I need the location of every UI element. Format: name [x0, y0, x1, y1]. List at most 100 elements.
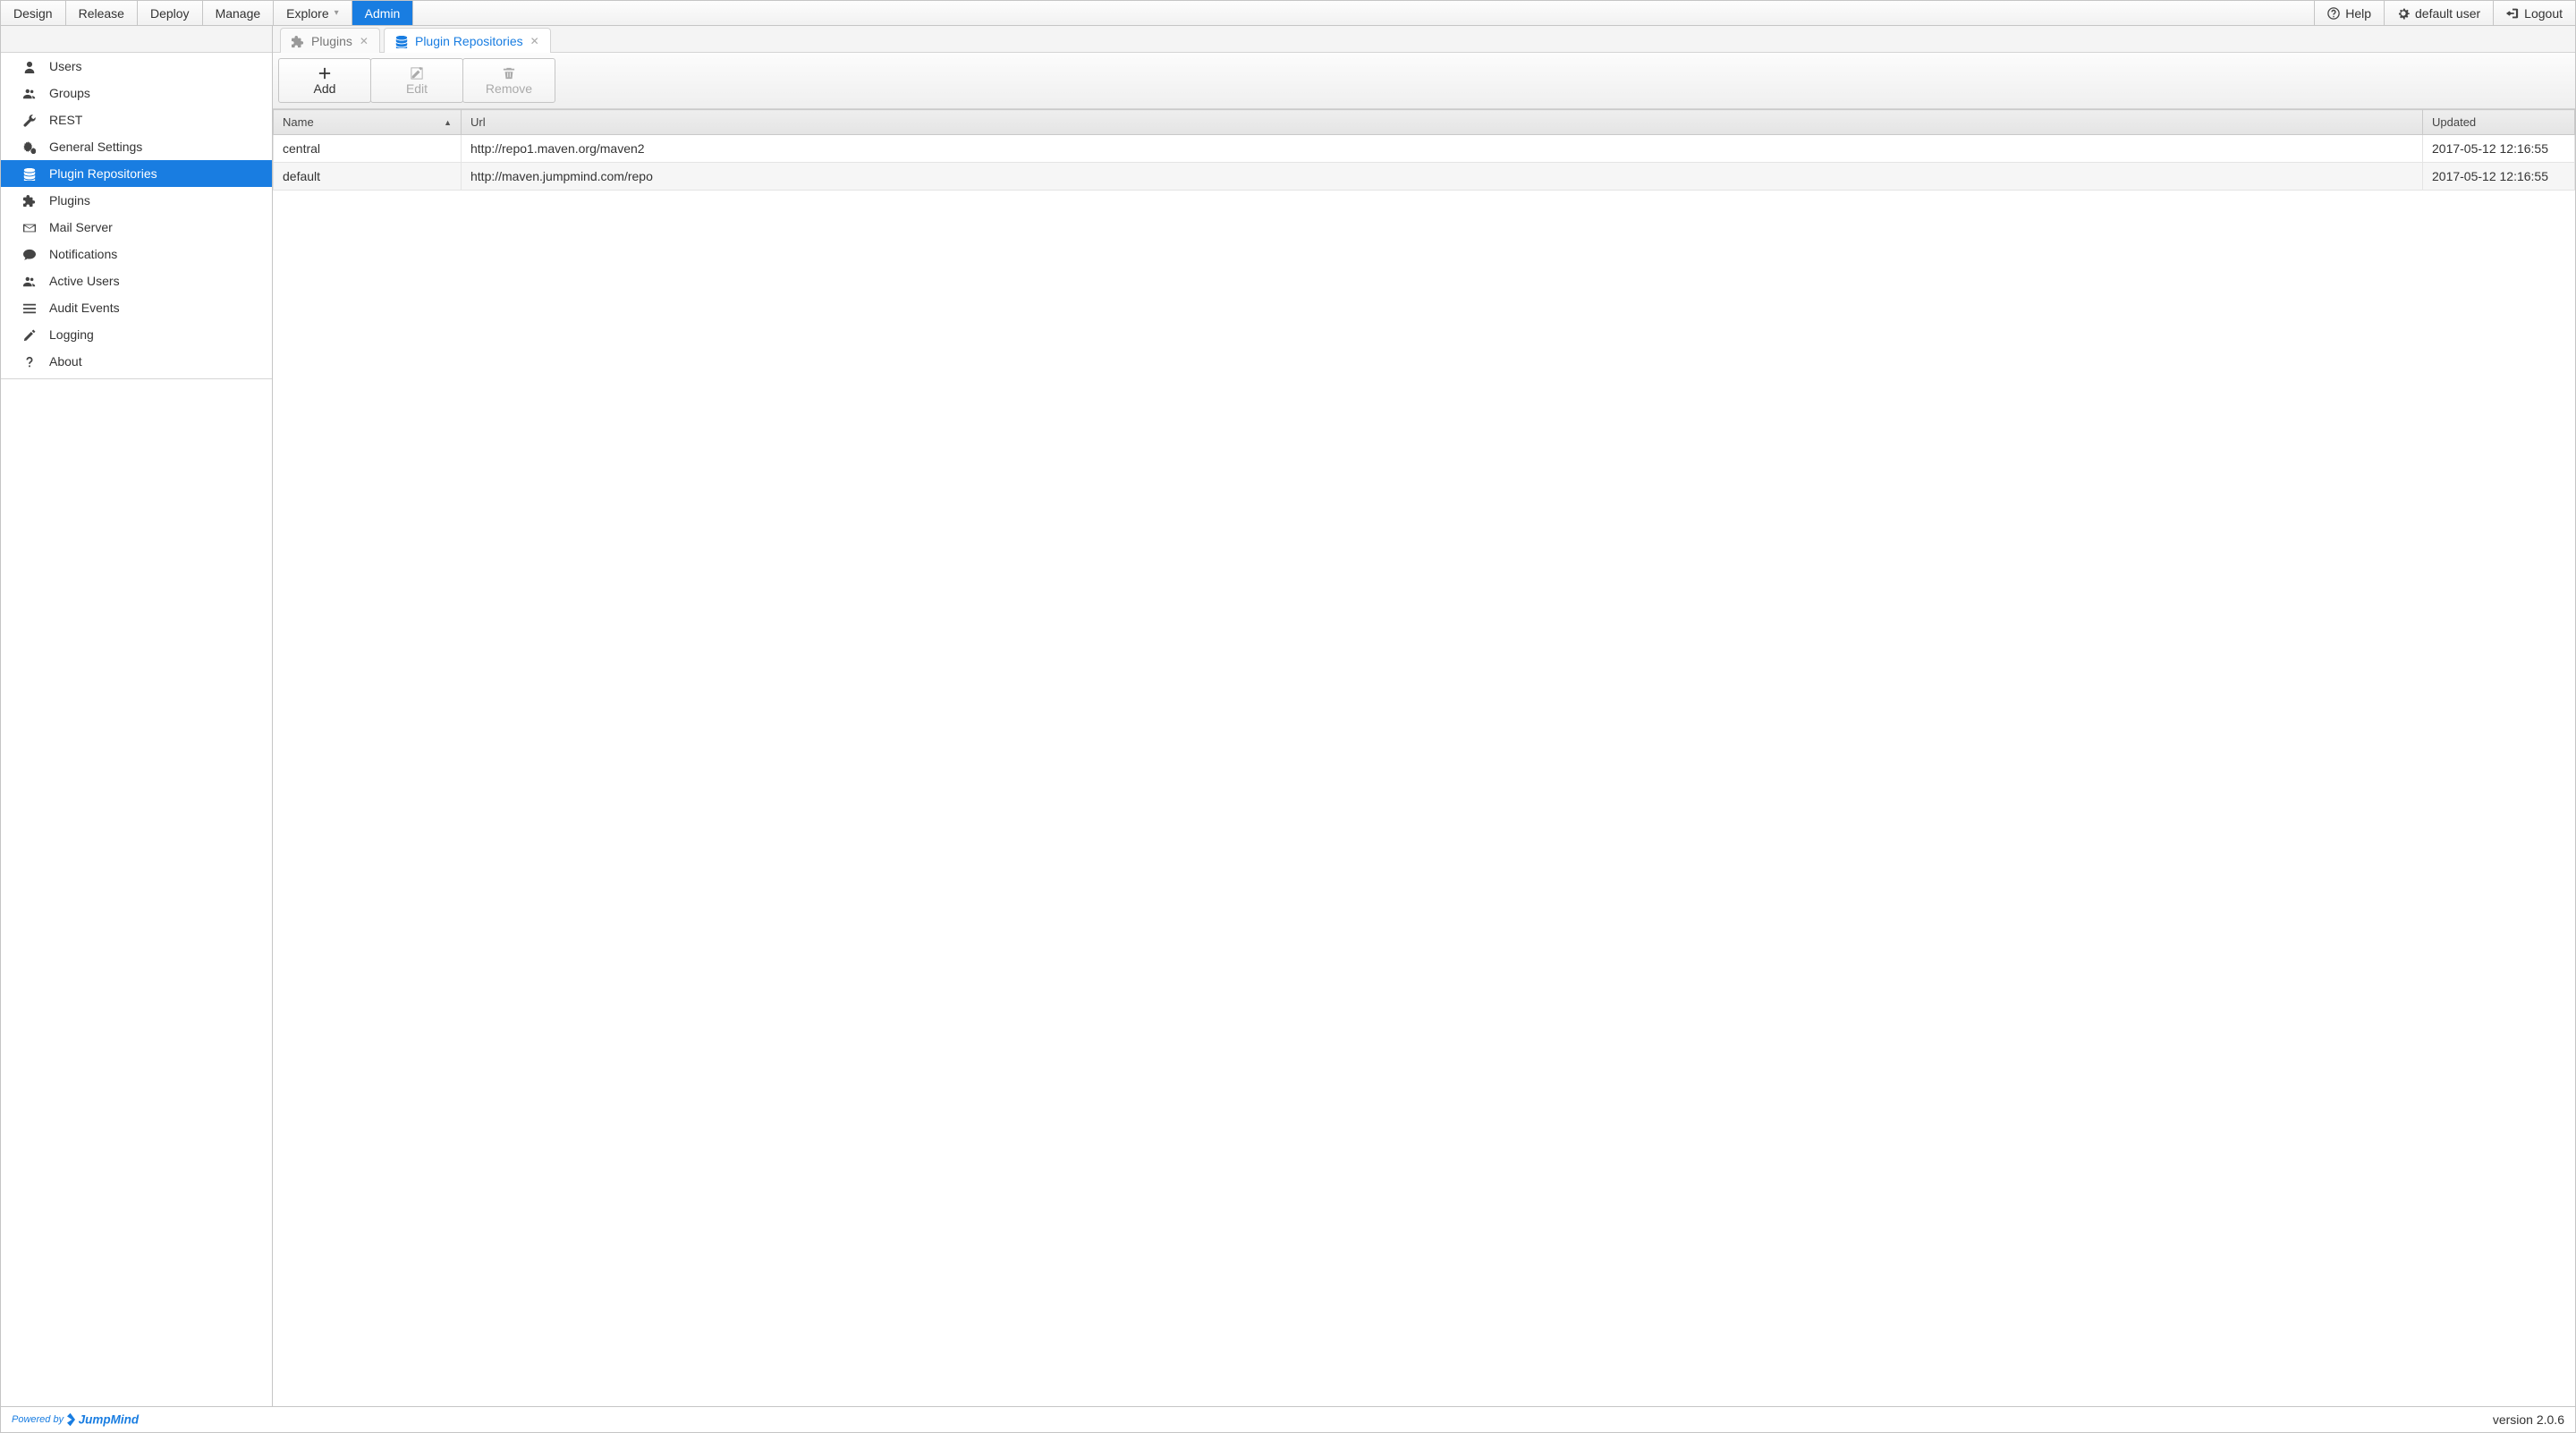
- column-header-name[interactable]: Name: [274, 110, 462, 135]
- nav-label: Help: [2345, 6, 2371, 21]
- chevron-down-icon: ▾: [335, 8, 339, 18]
- nav-label: Design: [13, 6, 53, 21]
- trash-icon: [503, 65, 515, 80]
- sidebar-item-groups[interactable]: Groups: [1, 80, 272, 106]
- database-icon: [22, 166, 37, 181]
- puzzle-icon: [22, 193, 37, 208]
- logout-icon: [2506, 7, 2519, 20]
- svg-text:JumpMind: JumpMind: [79, 1413, 140, 1427]
- content-area: Plugins ✕ Plugin Repositories ✕ Add Edit…: [273, 26, 2575, 1406]
- content-tabs: Plugins ✕ Plugin Repositories ✕: [273, 26, 2575, 53]
- sidebar-item-label: Users: [49, 59, 82, 73]
- wrench-icon: [22, 113, 37, 127]
- top-navbar: Design Release Deploy Manage Explore ▾ A…: [0, 0, 2576, 26]
- nav-design[interactable]: Design: [1, 1, 66, 25]
- close-icon[interactable]: ✕: [360, 35, 369, 47]
- sidebar-item-rest[interactable]: REST: [1, 106, 272, 133]
- table-row[interactable]: central http://repo1.maven.org/maven2 20…: [274, 135, 2575, 163]
- nav-label: Manage: [216, 6, 261, 21]
- footer: Powered by JumpMind version 2.0.6: [0, 1406, 2576, 1433]
- logout-button[interactable]: Logout: [2493, 1, 2575, 25]
- help-icon: [2327, 7, 2340, 20]
- plus-icon: [318, 65, 331, 80]
- question-icon: [22, 354, 37, 369]
- column-header-url[interactable]: Url: [462, 110, 2423, 135]
- envelope-icon: [22, 220, 37, 234]
- cell-name: default: [274, 163, 462, 191]
- pencil-icon: [22, 327, 37, 342]
- sidebar-item-label: Active Users: [49, 274, 120, 288]
- sidebar-header-spacer: [1, 26, 272, 53]
- users-icon: [22, 274, 37, 288]
- sidebar-item-label: About: [49, 354, 82, 369]
- user-icon: [22, 59, 37, 73]
- nav-deploy[interactable]: Deploy: [138, 1, 203, 25]
- close-icon[interactable]: ✕: [530, 35, 539, 47]
- button-label: Remove: [486, 81, 532, 96]
- gear-icon: [2397, 7, 2410, 20]
- tab-plugins[interactable]: Plugins ✕: [280, 28, 380, 53]
- nav-right: Help default user Logout: [2314, 1, 2575, 25]
- sidebar-item-label: Plugins: [49, 193, 90, 208]
- list-icon: [22, 301, 37, 315]
- nav-label: Explore: [286, 6, 328, 21]
- admin-sidebar: Users Groups REST General Settings Plugi…: [1, 26, 273, 1406]
- sidebar-item-label: Audit Events: [49, 301, 120, 315]
- sidebar-item-general-settings[interactable]: General Settings: [1, 133, 272, 160]
- sidebar-item-label: REST: [49, 113, 82, 127]
- sidebar-item-audit-events[interactable]: Audit Events: [1, 294, 272, 321]
- main-area: Users Groups REST General Settings Plugi…: [0, 26, 2576, 1406]
- sidebar-item-logging[interactable]: Logging: [1, 321, 272, 348]
- repositories-table: Name Url Updated central http://repo1.ma…: [273, 109, 2575, 191]
- sidebar-item-mail-server[interactable]: Mail Server: [1, 214, 272, 241]
- sidebar-item-plugins[interactable]: Plugins: [1, 187, 272, 214]
- sidebar-item-users[interactable]: Users: [1, 53, 272, 80]
- sidebar-item-plugin-repositories[interactable]: Plugin Repositories: [1, 160, 272, 187]
- add-button[interactable]: Add: [278, 58, 371, 103]
- nav-label: Logout: [2524, 6, 2563, 21]
- database-icon: [395, 33, 408, 47]
- sidebar-item-about[interactable]: About: [1, 348, 272, 375]
- nav-label: Admin: [365, 6, 401, 21]
- remove-button[interactable]: Remove: [462, 58, 555, 103]
- powered-by[interactable]: Powered by JumpMind: [12, 1412, 164, 1428]
- nav-label: Deploy: [150, 6, 190, 21]
- sidebar-divider: [1, 378, 272, 379]
- cell-name: central: [274, 135, 462, 163]
- sidebar-item-active-users[interactable]: Active Users: [1, 267, 272, 294]
- sidebar-item-label: General Settings: [49, 140, 142, 154]
- toolbar: Add Edit Remove: [273, 53, 2575, 109]
- puzzle-icon: [292, 33, 304, 47]
- tab-label: Plugin Repositories: [415, 34, 523, 48]
- button-label: Edit: [406, 81, 428, 96]
- tab-plugin-repositories[interactable]: Plugin Repositories ✕: [384, 28, 551, 53]
- nav-manage[interactable]: Manage: [203, 1, 275, 25]
- nav-admin[interactable]: Admin: [352, 1, 414, 25]
- cell-url: http://maven.jumpmind.com/repo: [462, 163, 2423, 191]
- table-header-row: Name Url Updated: [274, 110, 2575, 135]
- nav-explore[interactable]: Explore ▾: [274, 1, 352, 25]
- nav-label: Release: [79, 6, 124, 21]
- jumpmind-logo-icon: JumpMind: [67, 1412, 164, 1428]
- table-row[interactable]: default http://maven.jumpmind.com/repo 2…: [274, 163, 2575, 191]
- users-icon: [22, 86, 37, 100]
- powered-by-label: Powered by: [12, 1414, 64, 1425]
- nav-release[interactable]: Release: [66, 1, 138, 25]
- edit-icon: [411, 65, 423, 80]
- sidebar-item-label: Logging: [49, 327, 94, 342]
- cell-updated: 2017-05-12 12:16:55: [2423, 135, 2575, 163]
- sidebar-item-label: Groups: [49, 86, 90, 100]
- sidebar-item-label: Mail Server: [49, 220, 113, 234]
- sidebar-item-notifications[interactable]: Notifications: [1, 241, 272, 267]
- gears-icon: [22, 140, 37, 154]
- tab-label: Plugins: [311, 34, 352, 48]
- column-header-updated[interactable]: Updated: [2423, 110, 2575, 135]
- button-label: Add: [314, 81, 336, 96]
- edit-button[interactable]: Edit: [370, 58, 463, 103]
- cell-updated: 2017-05-12 12:16:55: [2423, 163, 2575, 191]
- sidebar-item-label: Plugin Repositories: [49, 166, 157, 181]
- cell-url: http://repo1.maven.org/maven2: [462, 135, 2423, 163]
- help-button[interactable]: Help: [2314, 1, 2384, 25]
- comment-icon: [22, 247, 37, 261]
- user-menu[interactable]: default user: [2384, 1, 2493, 25]
